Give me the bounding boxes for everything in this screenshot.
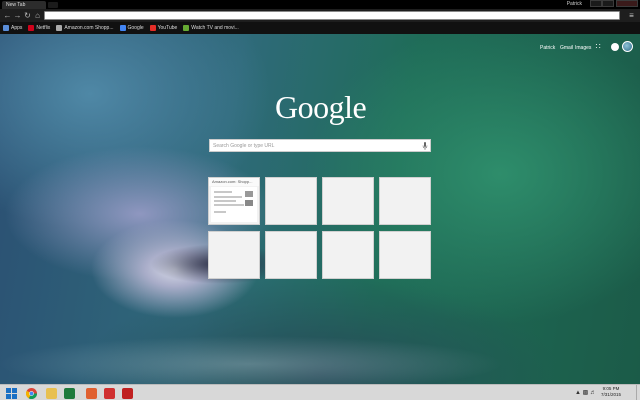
background-foam (0, 324, 640, 384)
microphone-icon[interactable] (422, 142, 428, 150)
folder-icon (45, 387, 57, 399)
bookmarks-bar: Apps Netflix Amazon.com Shopp... Google … (0, 22, 640, 34)
tile-amazon[interactable]: Amazon.com: Shopp... (208, 177, 260, 225)
search-input[interactable] (213, 140, 419, 151)
media-app-icon (121, 387, 133, 399)
close-window-button[interactable] (616, 0, 638, 7)
bookmark-apps[interactable]: Apps (3, 25, 22, 31)
browser-toolbar: ← → ↻ ⌂ ≡ (0, 9, 640, 22)
show-desktop-button[interactable] (636, 385, 640, 400)
netflix-icon (28, 25, 35, 31)
tile-empty[interactable] (379, 177, 431, 225)
taskbar-chrome[interactable] (22, 386, 40, 400)
clock[interactable]: 9:05 PM 7/31/2015 (596, 386, 626, 398)
profile-name[interactable]: Patrick (567, 1, 582, 8)
windows-logo-icon (5, 387, 17, 399)
search-box[interactable] (209, 139, 431, 152)
new-tab-button[interactable] (48, 2, 58, 8)
bookmark-hulu[interactable]: Watch TV and movi... (183, 25, 239, 31)
images-link[interactable]: Images (575, 45, 591, 51)
tile-empty[interactable] (208, 231, 260, 279)
forward-arrow-icon[interactable]: → (13, 11, 22, 20)
google-icon (119, 25, 126, 31)
maximize-button[interactable] (602, 0, 614, 7)
tile-empty[interactable] (265, 231, 317, 279)
address-bar[interactable] (44, 11, 620, 20)
bookmark-youtube[interactable]: YouTube (149, 25, 177, 31)
excel-icon (63, 387, 75, 399)
home-icon[interactable]: ⌂ (33, 11, 42, 20)
menu-icon[interactable]: ≡ (627, 11, 636, 20)
taskbar-app-media[interactable] (118, 386, 136, 400)
gmail-link[interactable]: Gmail (560, 45, 573, 51)
taskbar-app-orange[interactable] (82, 386, 100, 400)
start-button[interactable] (2, 386, 20, 400)
bookmark-amazon[interactable]: Amazon.com Shopp... (56, 25, 114, 31)
tab-new-tab[interactable]: New Tab (2, 1, 46, 9)
chrome-icon (25, 387, 37, 399)
taskbar: ▲ ▩ ♬ 9:05 PM 7/31/2015 (0, 384, 640, 400)
taskbar-app-red[interactable] (100, 386, 118, 400)
clock-date: 7/31/2015 (600, 392, 622, 397)
taskbar-file-explorer[interactable] (42, 386, 60, 400)
reload-icon[interactable]: ↻ (23, 11, 32, 20)
amazon-icon (56, 25, 63, 31)
apps-grid-icon (3, 25, 9, 31)
system-tray[interactable]: ▲ ▩ ♬ (575, 389, 596, 396)
tab-title: New Tab (6, 2, 26, 8)
notifications-icon[interactable] (611, 43, 619, 51)
apps-launcher-icon[interactable]: ∷ (594, 43, 602, 51)
avatar[interactable] (622, 41, 633, 52)
new-tab-page: Patrick Gmail Images ∷ Google Amazon.com… (0, 34, 640, 384)
most-visited-tiles: Amazon.com: Shopp... (208, 177, 432, 279)
minimize-button[interactable] (590, 0, 602, 7)
user-link[interactable]: Patrick (540, 45, 555, 51)
hulu-icon (183, 25, 190, 31)
red-app-icon (103, 387, 115, 399)
tile-empty[interactable] (322, 231, 374, 279)
youtube-icon (149, 25, 156, 31)
tile-thumbnail (211, 187, 257, 222)
tile-title: Amazon.com: Shopp... (209, 178, 259, 186)
back-arrow-icon[interactable]: ← (3, 11, 12, 20)
google-logo: Google (275, 89, 367, 125)
taskbar-excel[interactable] (60, 386, 78, 400)
orange-app-icon (85, 387, 97, 399)
tile-empty[interactable] (322, 177, 374, 225)
tile-empty[interactable] (265, 177, 317, 225)
bookmark-google[interactable]: Google (119, 25, 144, 31)
title-bar: New Tab Patrick (0, 0, 640, 9)
tile-empty[interactable] (379, 231, 431, 279)
bookmark-netflix[interactable]: Netflix (28, 25, 50, 31)
